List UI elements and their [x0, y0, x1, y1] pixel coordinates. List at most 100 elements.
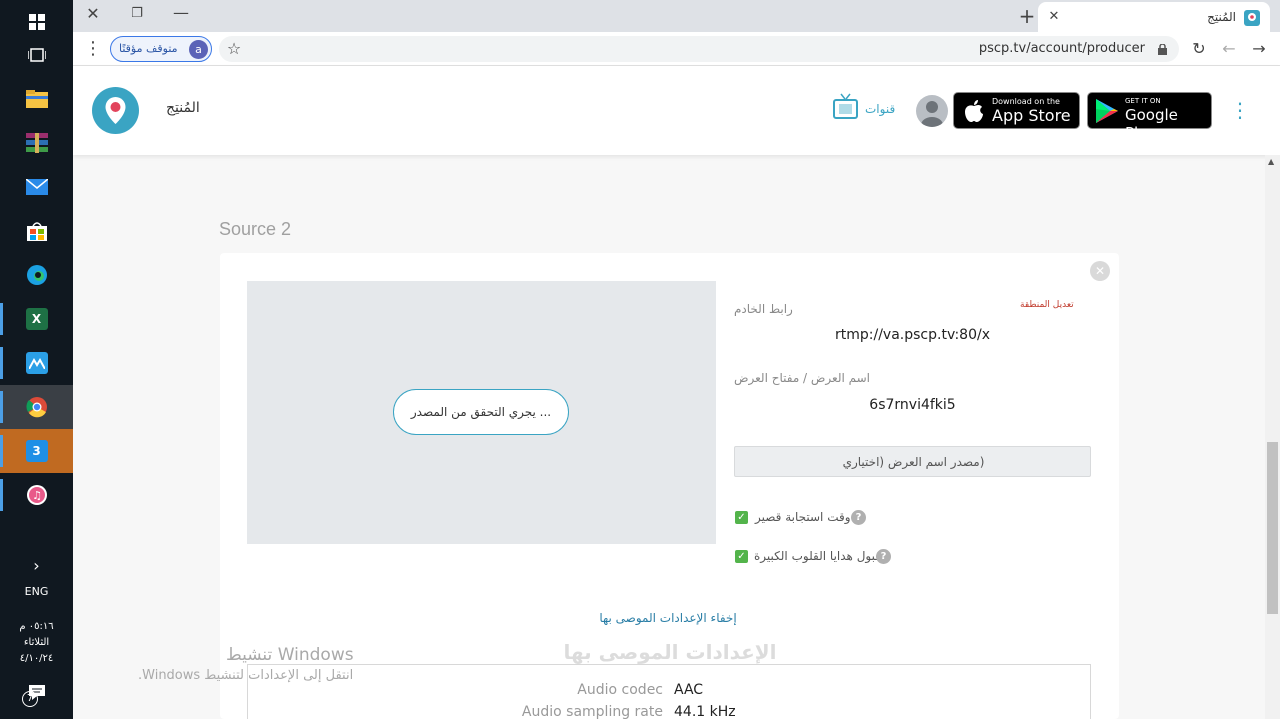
tab-title: المُنتِج [1207, 10, 1236, 24]
profile-status: متوقف مؤقتًا [119, 42, 178, 55]
clock-time[interactable]: ٠٥:١٦ م [0, 621, 73, 632]
browser-tab[interactable]: ✕ المُنتِج [1038, 2, 1270, 32]
mail-button[interactable] [0, 165, 73, 209]
store-button[interactable] [0, 209, 73, 253]
itunes-icon: ♫ [26, 485, 47, 505]
close-tab-button[interactable]: ✕ [1042, 5, 1066, 29]
app-store-big-text: App Store [992, 106, 1071, 125]
winrar-button[interactable] [0, 121, 73, 165]
folder-icon [25, 90, 48, 108]
notification-count-badge: 7 [22, 691, 38, 707]
super-hearts-checkbox[interactable]: ✓ [735, 550, 748, 563]
itunes-button[interactable]: ♫ [0, 473, 73, 517]
edge-button[interactable] [0, 253, 73, 297]
periscope-logo[interactable] [92, 87, 139, 134]
audio-sampling-value: 44.1 kHz [674, 704, 736, 719]
page-header: المُنتِج ⋮ GET IT ON Google Play Downloa… [73, 66, 1280, 155]
clock-day[interactable]: الثلاثاء [0, 637, 73, 648]
url-text[interactable]: pscp.tv/account/producer [979, 41, 1145, 56]
stream-key-label: اسم العرض / مفتاح العرض [734, 371, 871, 385]
address-bar[interactable]: ☆ pscp.tv/account/producer [219, 36, 1179, 62]
recommended-settings-title: الإعدادات الموصى بها [563, 640, 777, 664]
clock-date[interactable]: ٤/١٠/٢٤ [0, 653, 73, 664]
svg-text:♫: ♫ [32, 489, 42, 502]
reload-icon[interactable]: ↻ [1187, 37, 1211, 61]
minimize-window-button[interactable]: — [169, 1, 193, 25]
profile-avatar: a [189, 40, 208, 59]
windows-taskbar: X 3 ♫ › ENG ٠٥:١٦ م الثلاثاء ٤/١٠/٢٤ 7 [0, 0, 73, 719]
user-icon [921, 101, 943, 127]
store-icon [26, 222, 47, 241]
notifications-button[interactable] [0, 670, 73, 714]
super-hearts-help-icon[interactable]: ? [876, 549, 891, 564]
checking-source-status: ... يجري التحقق من المصدر [393, 389, 569, 435]
winrar-icon [25, 133, 48, 153]
scroll-thumb[interactable] [1267, 442, 1278, 614]
excel-icon: X [25, 308, 48, 330]
close-source-icon[interactable]: ✕ [1090, 261, 1110, 281]
server-url-value: rtmp://va.pscp.tv:80/x [835, 327, 990, 343]
task-view-icon [27, 48, 46, 62]
edge-icon [26, 265, 47, 285]
language-indicator[interactable]: ENG [0, 585, 73, 598]
running-indicator [0, 347, 3, 379]
lock-icon[interactable] [1158, 44, 1167, 55]
channels-label[interactable]: قنوات [865, 102, 895, 116]
periscope-logo-icon [105, 97, 126, 124]
mail-icon [25, 179, 48, 195]
profile-chip[interactable]: متوقف مؤقتًا a [110, 36, 212, 62]
file-explorer-button[interactable] [0, 77, 73, 121]
source-title: Source 2 [219, 219, 292, 239]
audio-sampling-key: Audio sampling rate [521, 704, 663, 719]
bookmark-star-icon[interactable]: ☆ [222, 37, 246, 61]
task-view-button[interactable] [0, 33, 73, 77]
app-store-badge[interactable]: Download on the App Store [953, 92, 1080, 129]
close-window-button[interactable]: ✕ [81, 2, 105, 26]
page-title: المُنتِج [166, 100, 200, 116]
running-indicator [0, 479, 3, 511]
running-indicator [0, 435, 3, 467]
app-3-icon: 3 [25, 440, 48, 462]
low-latency-checkbox[interactable]: ✓ [735, 511, 748, 524]
google-play-big-text: Google Play [1125, 106, 1178, 142]
recommended-settings-box [247, 664, 1091, 719]
chrome-button[interactable] [0, 385, 73, 429]
more-options-icon[interactable]: ⋮ [1230, 98, 1250, 122]
restore-window-button[interactable]: ❐ [125, 2, 149, 26]
windows-logo-icon [28, 14, 45, 30]
apple-icon [965, 100, 983, 122]
source-name-input[interactable]: (مصدر اسم العرض (اختياري [734, 446, 1091, 477]
app-3-button[interactable]: 3 [0, 429, 73, 473]
back-icon[interactable]: ← [1217, 37, 1241, 61]
running-indicator [0, 303, 3, 335]
running-indicator [0, 391, 3, 423]
user-avatar[interactable] [916, 95, 948, 127]
chrome-icon [25, 397, 47, 418]
audio-codec-value: AAC [674, 682, 704, 698]
google-play-small-text: GET IT ON [1125, 97, 1161, 105]
low-latency-label: وقت استجابة قصير [755, 510, 851, 524]
hide-recommended-link[interactable]: إخفاء الإعدادات الموصى بها [568, 611, 768, 625]
google-play-badge[interactable]: GET IT ON Google Play [1087, 92, 1212, 142]
excel-button[interactable]: X [0, 297, 73, 341]
show-hidden-icons-button[interactable]: › [0, 556, 73, 575]
checking-source-label: ... يجري التحقق من المصدر [410, 405, 552, 419]
app-icon [25, 352, 48, 374]
app-store-small-text: Download on the [992, 97, 1060, 106]
scroll-up-arrow-icon[interactable]: ▲ [1268, 157, 1274, 166]
low-latency-help-icon[interactable]: ? [851, 510, 866, 525]
tv-channels-icon[interactable] [833, 93, 858, 119]
audio-codec-key: Audio codec [577, 682, 663, 698]
server-url-label: رابط الخادم [734, 302, 793, 316]
activation-watermark-subtitle: انتقل إلى الإعدادات لتنشيط Windows. [138, 668, 354, 683]
source-name-placeholder: (مصدر اسم العرض (اختياري [842, 455, 985, 469]
browser-toolbar: ⋮ متوقف مؤقتًا a ☆ pscp.tv/account/produ… [73, 32, 1280, 66]
new-tab-button[interactable]: + [1015, 4, 1039, 28]
page-scrollbar[interactable]: ▲ [1265, 155, 1280, 719]
super-hearts-label: قبول هدايا القلوب الكبيرة [754, 549, 881, 563]
forward-icon[interactable]: → [1247, 37, 1271, 61]
edit-region-link[interactable]: تعديل المنطقة [1020, 300, 1074, 310]
stream-key-value: 6s7rnvi4fki5 [869, 397, 956, 413]
browser-menu-icon[interactable]: ⋮ [81, 37, 105, 61]
app-button[interactable] [0, 341, 73, 385]
